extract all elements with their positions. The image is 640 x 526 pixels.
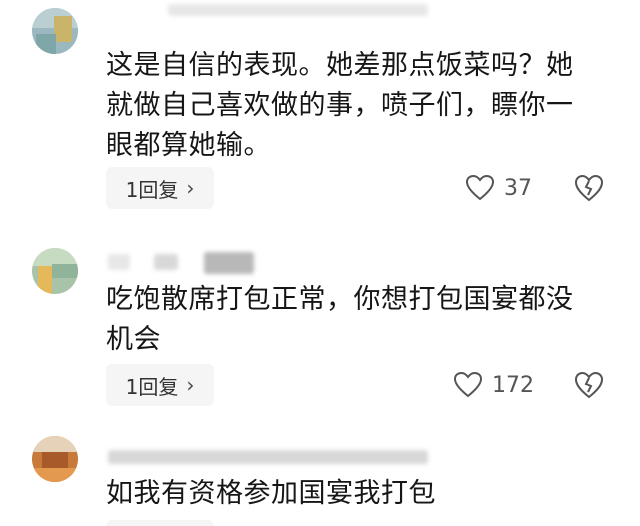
like-count: 172: [492, 372, 534, 398]
heart-outline-icon: [466, 175, 494, 201]
like-button[interactable]: 172: [454, 369, 534, 401]
broken-heart-icon[interactable]: [574, 173, 604, 203]
comment-text: 这是自信的表现。她差那点饭菜吗？她 就做自己喜欢做的事，喷子们，瞟你一 眼都算她…: [106, 50, 574, 161]
avatar[interactable]: [32, 248, 78, 294]
view-replies-button[interactable]: 1回复 ›: [106, 364, 214, 406]
broken-heart-icon[interactable]: [574, 370, 604, 400]
like-button[interactable]: 37: [466, 172, 532, 204]
comment-meta-blurred: [108, 252, 268, 274]
comment-meta-blurred: [108, 450, 438, 466]
comment-text: 如我有资格参加国宴我打包: [106, 478, 436, 509]
chevron-right-icon: ›: [186, 176, 195, 200]
comment-text: 吃饱散席打包正常，你想打包国宴都没 机会: [106, 284, 574, 355]
reply-count-label: 1回复: [125, 177, 179, 202]
reply-count-label: 1回复: [125, 374, 179, 399]
heart-outline-icon: [454, 372, 482, 398]
view-replies-button[interactable]: 1回复 ›: [106, 167, 214, 209]
avatar[interactable]: [32, 436, 78, 482]
comment-meta-blurred: [108, 4, 448, 20]
chevron-right-icon: ›: [186, 373, 195, 397]
like-count: 37: [504, 175, 532, 201]
view-replies-button-partial[interactable]: [106, 520, 214, 526]
avatar[interactable]: [32, 8, 78, 54]
